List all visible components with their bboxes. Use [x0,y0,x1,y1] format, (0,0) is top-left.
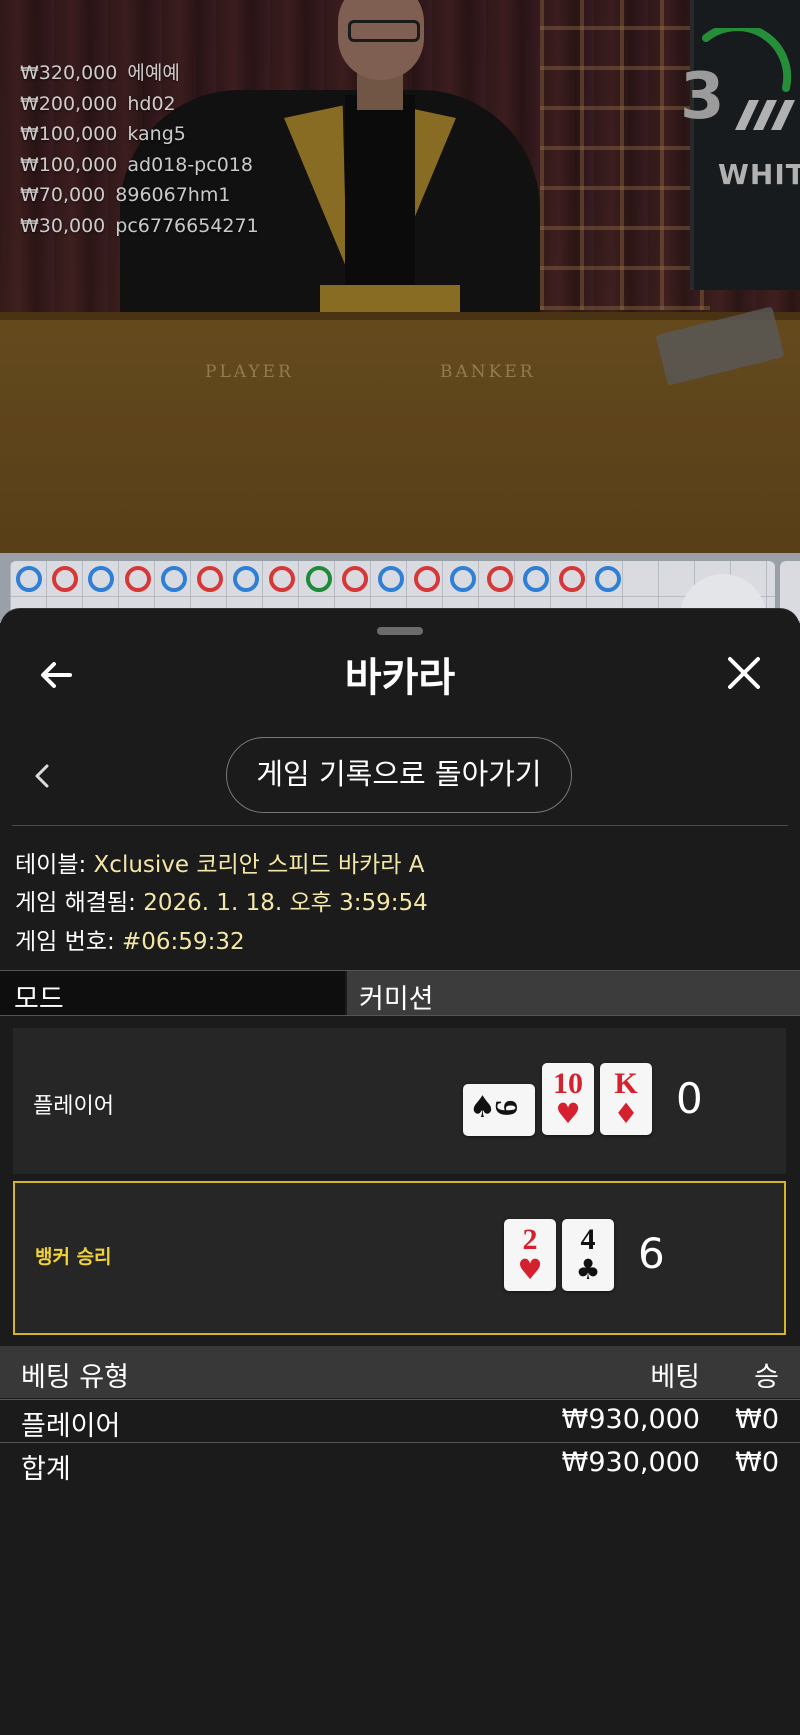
bead-player [522,566,549,592]
mode-row: 모드 커미션 [0,970,800,1016]
resolved-info: 게임 해결됨: 2026. 1. 18. 오후 3:59:54 [15,890,428,916]
back-to-history-button[interactable]: 게임 기록으로 돌아가기 [226,737,572,813]
drag-handle[interactable] [377,627,423,635]
bead-player [233,566,260,592]
winner-item: ₩100,000 kang5 [20,123,186,145]
table-info: 테이블: Xclusive 코리안 스피드 바카라 A [15,852,425,878]
banker-hand: 뱅커 승리 2 ♥ 4 ♣ 6 [13,1181,786,1335]
total-row: 합계 ₩930,000 ₩0 [0,1442,800,1485]
game-number-info: 게임 번호: #06:59:32 [15,929,245,955]
winner-item: ₩200,000 hd02 [20,92,176,115]
bet-type-header: 베팅 유형 [21,1362,129,1393]
win-amount-header: 승 [754,1362,779,1393]
bead-player [595,566,622,592]
bead-banker [124,566,151,592]
bead-banker [197,566,223,592]
player-card-3: K ♦ [600,1063,652,1135]
bead-banker [559,566,585,592]
bead-banker [341,566,368,592]
bet-table-header: 베팅 유형 베팅 승 [0,1346,800,1398]
bead-banker [486,566,513,592]
winner-item: ₩320,000 에예예 [20,62,180,84]
game-detail-sheet: 바카라 게임 기록으로 돌아가기 테이블: Xclusive 코리안 스피드 바… [0,608,800,1735]
mode-value: 커미션 [359,984,434,1015]
player-score: 0 [676,1074,703,1123]
winner-item: ₩70,000 896067hm1 [20,184,231,206]
close-icon[interactable] [722,651,766,695]
banker-win-label: 뱅커 승리 [35,1246,112,1268]
winner-item: ₩100,000 ad018-pc018 [20,153,253,176]
banker-card-1: 2 ♥ [504,1219,556,1291]
bead-player [378,566,404,592]
mode-label: 모드 [14,984,64,1015]
banker-card-2: 4 ♣ [562,1219,614,1291]
bead-tie [305,566,332,592]
winner-list: ₩320,000 에예예 ₩200,000 hd02 ₩100,000 kang5 ₩… [20,58,259,241]
player-hand-label: 플레이어 [33,1094,114,1119]
player-hand: 플레이어 ♠ 9 10 ♥ K ♦ 0 [13,1028,786,1174]
bead-player [16,566,42,592]
banker-score: 6 [638,1229,665,1278]
sheet-title: 바카라 [344,655,456,701]
player-card-1: ♠ 9 [463,1084,535,1136]
live-video: PLAYER BANKER WHITE 3 ₩320,000에예예 ₩200,0… [0,0,800,553]
bead-banker [414,566,441,592]
table-row: 플레이어 ₩930,000 ₩0 [0,1399,800,1442]
winner-item: ₩30,000 pc6776654271 [20,214,259,237]
bet-amount-header: 베팅 [650,1362,700,1393]
chevron-left-icon[interactable] [30,759,54,793]
bead-banker [52,566,79,592]
bead-player [160,566,187,592]
player-card-2: 10 ♥ [542,1063,594,1135]
